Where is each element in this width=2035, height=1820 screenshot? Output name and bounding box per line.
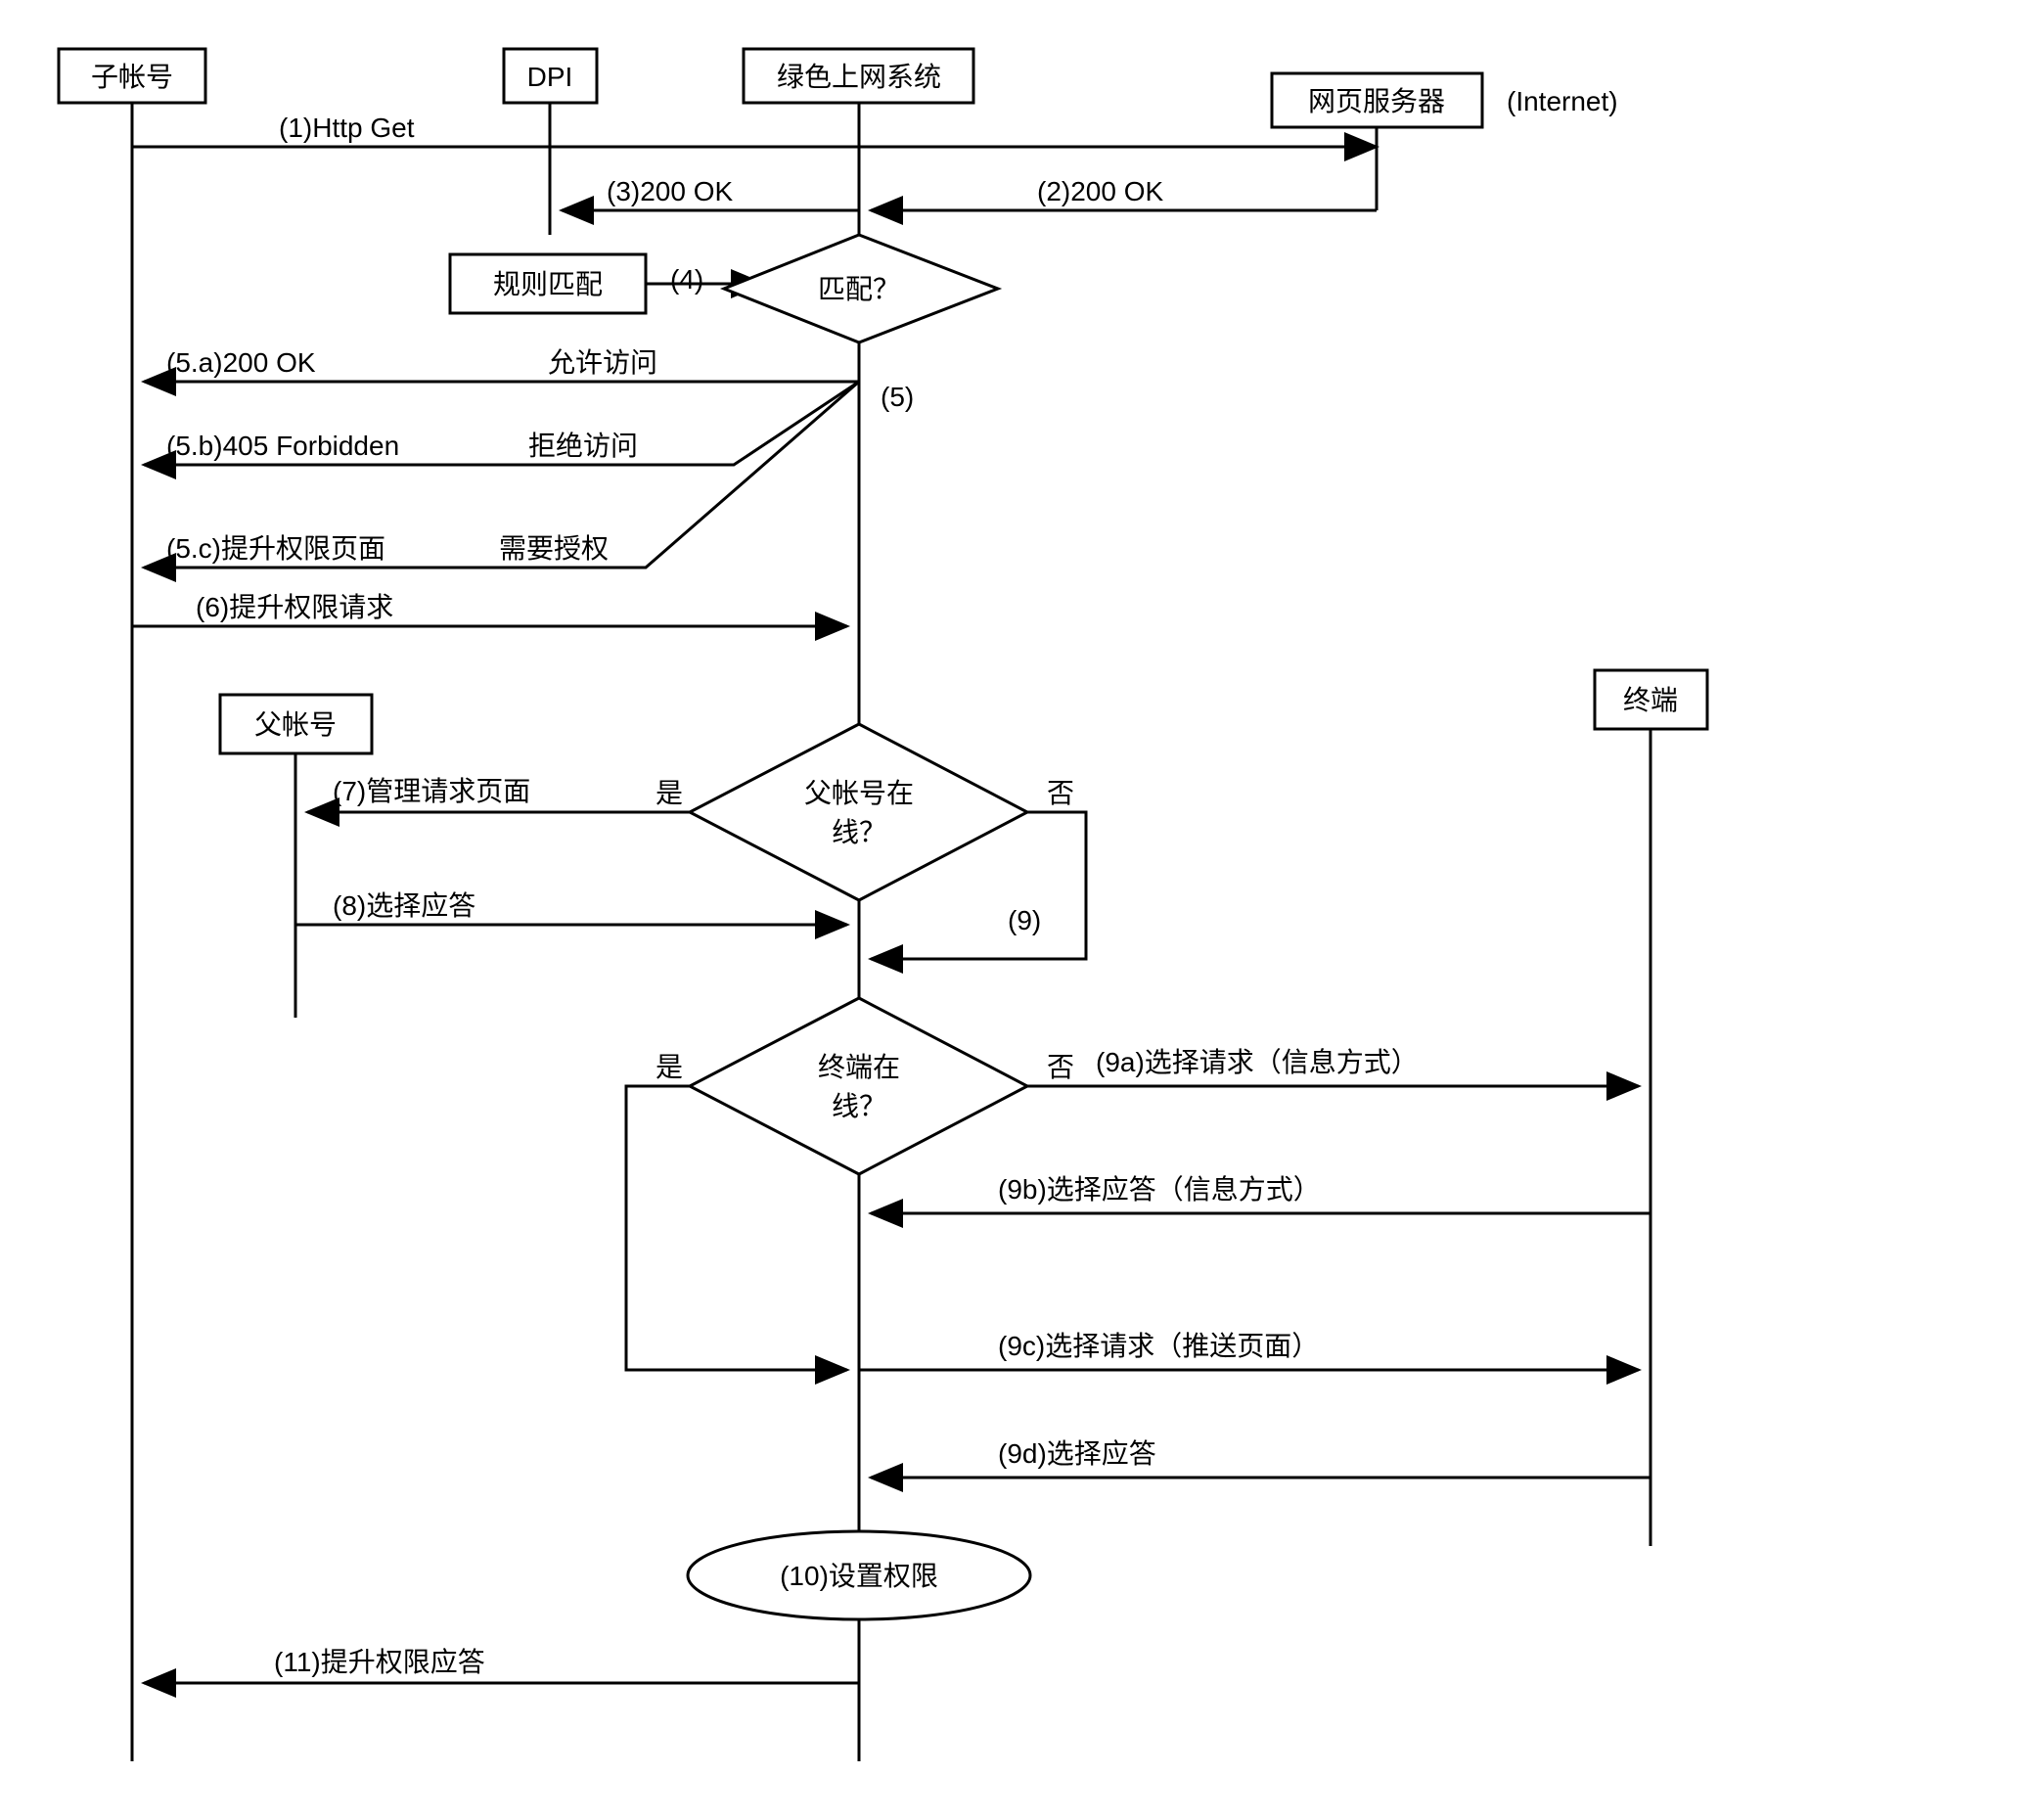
actor-dpi: DPI	[527, 62, 573, 92]
label-11: (11)提升权限应答	[274, 1647, 485, 1677]
actor-web: 网页服务器	[1308, 86, 1445, 116]
label-yes-1: 是	[656, 778, 683, 808]
decision-parent-q2: 线？	[832, 817, 886, 847]
label-5c: (5.c)提升权限页面	[166, 533, 385, 564]
label-5: (5)	[881, 382, 914, 412]
label-9d: (9d)选择应答	[998, 1438, 1156, 1469]
actor-child: 子帐号	[91, 62, 173, 92]
label-8: (8)选择应答	[333, 890, 475, 921]
decision-terminal-q2: 线？	[832, 1091, 886, 1121]
label-yes-2: 是	[656, 1052, 683, 1082]
label-no-2: 否	[1047, 1052, 1074, 1082]
label-deny: 拒绝访问	[528, 431, 638, 461]
label-9b: (9b)选择应答（信息方式）	[998, 1174, 1321, 1205]
label-5a: (5.a)200 OK	[166, 347, 316, 378]
actor-green: 绿色上网系统	[777, 62, 941, 92]
label-9: (9)	[1008, 905, 1041, 935]
decision-match-label: 匹配？	[818, 274, 900, 304]
label-5b: (5.b)405 Forbidden	[166, 431, 399, 461]
label-3: (3)200 OK	[607, 176, 733, 206]
label-9a: (9a)选择请求（信息方式）	[1096, 1047, 1419, 1077]
sequence-diagram: 子帐号 DPI 绿色上网系统 网页服务器 (Internet) (1)Http …	[20, 20, 2035, 1800]
actor-parent: 父帐号	[254, 709, 337, 740]
actor-terminal: 终端	[1623, 685, 1678, 715]
label-allow: 允许访问	[548, 347, 657, 378]
decision-terminal-online	[690, 998, 1027, 1174]
decision-parent-online	[690, 724, 1027, 900]
label-no-1: 否	[1047, 778, 1074, 808]
actor-internet: (Internet)	[1507, 86, 1618, 116]
label-4: (4)	[670, 264, 703, 295]
decision-parent-q1: 父帐号在	[804, 778, 914, 808]
decision-terminal-q1: 终端在	[818, 1052, 900, 1082]
label-7: (7)管理请求页面	[333, 776, 530, 806]
label-2: (2)200 OK	[1037, 176, 1163, 206]
label-6: (6)提升权限请求	[196, 592, 393, 622]
label-9c: (9c)选择请求（推送页面）	[998, 1331, 1319, 1361]
label-need-auth: 需要授权	[499, 533, 609, 564]
label-1: (1)Http Get	[279, 113, 415, 143]
rule-match-label: 规则匹配	[493, 269, 603, 299]
label-10: (10)设置权限	[780, 1561, 938, 1591]
